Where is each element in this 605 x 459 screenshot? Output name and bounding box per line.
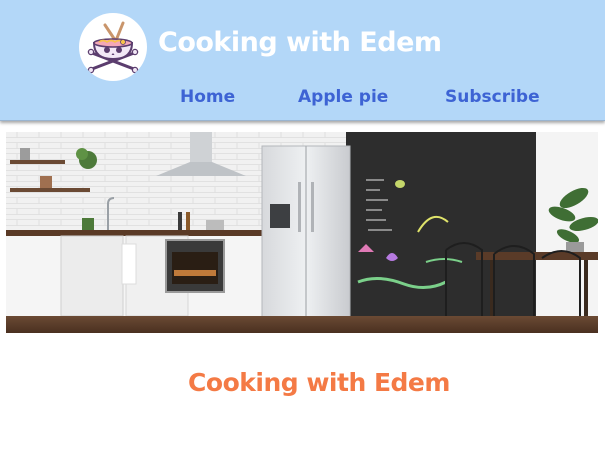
- site-title: Cooking with Edem: [158, 27, 442, 58]
- nav-apple-pie-link[interactable]: Apple pie: [298, 87, 388, 107]
- hero-kitchen-image: [6, 132, 598, 333]
- site-header: Cooking with Edem Home Apple pie Subscri…: [0, 0, 605, 121]
- nav-subscribe-link[interactable]: Subscribe: [445, 87, 540, 107]
- nav-home-link[interactable]: Home: [180, 87, 235, 107]
- ramen-skull-logo-icon[interactable]: [79, 13, 147, 81]
- page-heading: Cooking with Edem: [188, 368, 450, 397]
